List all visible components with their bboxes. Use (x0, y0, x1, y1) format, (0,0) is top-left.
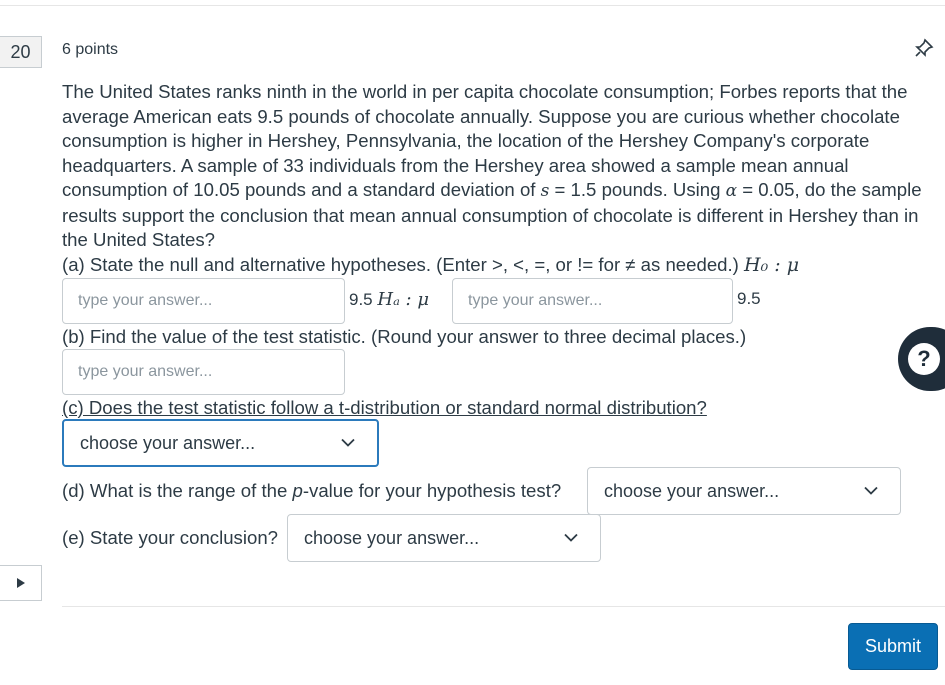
null-hypothesis-value: 9.5 Hₐ : μ (349, 289, 430, 310)
part-a-text: (a) State the null and alternative hypot… (62, 253, 800, 276)
part-d-text: (d) What is the range of the p-value for… (62, 480, 562, 501)
chevron-down-icon (341, 438, 355, 447)
top-divider (0, 5, 945, 6)
chevron-down-icon (864, 486, 878, 495)
submit-button[interactable]: Submit (848, 623, 938, 670)
expand-button[interactable] (0, 565, 42, 601)
distribution-select[interactable]: choose your answer... (62, 419, 379, 467)
chevron-down-icon (564, 533, 578, 542)
pin-icon[interactable] (913, 37, 935, 59)
part-e-text: (e) State your conclusion? (62, 527, 279, 548)
bottom-divider (62, 606, 945, 607)
help-icon: ? (908, 343, 940, 375)
part-b-text: (b) Find the value of the test statistic… (62, 326, 747, 347)
part-c-text: (c) Does the test statistic follow a t-d… (62, 397, 707, 418)
alt-hypothesis-value: 9.5 (737, 289, 761, 308)
help-button[interactable]: ? (898, 327, 945, 391)
question-number: 20 (0, 36, 42, 68)
null-hypothesis-label: H₀ : μ (744, 253, 800, 276)
conclusion-select[interactable]: choose your answer... (287, 514, 601, 562)
alt-hypothesis-label: Hₐ : μ (377, 289, 430, 310)
play-icon (16, 578, 25, 588)
test-statistic-input[interactable]: type your answer... (62, 349, 345, 395)
question-paragraph: The United States ranks ninth in the wor… (62, 81, 922, 250)
null-hypothesis-operator-input[interactable]: type your answer... (62, 278, 345, 324)
alt-hypothesis-operator-input[interactable]: type your answer... (452, 278, 733, 324)
question-points: 6 points (62, 41, 119, 58)
question-text: The United States ranks ninth in the wor… (62, 80, 932, 277)
p-value-range-select[interactable]: choose your answer... (587, 467, 901, 515)
